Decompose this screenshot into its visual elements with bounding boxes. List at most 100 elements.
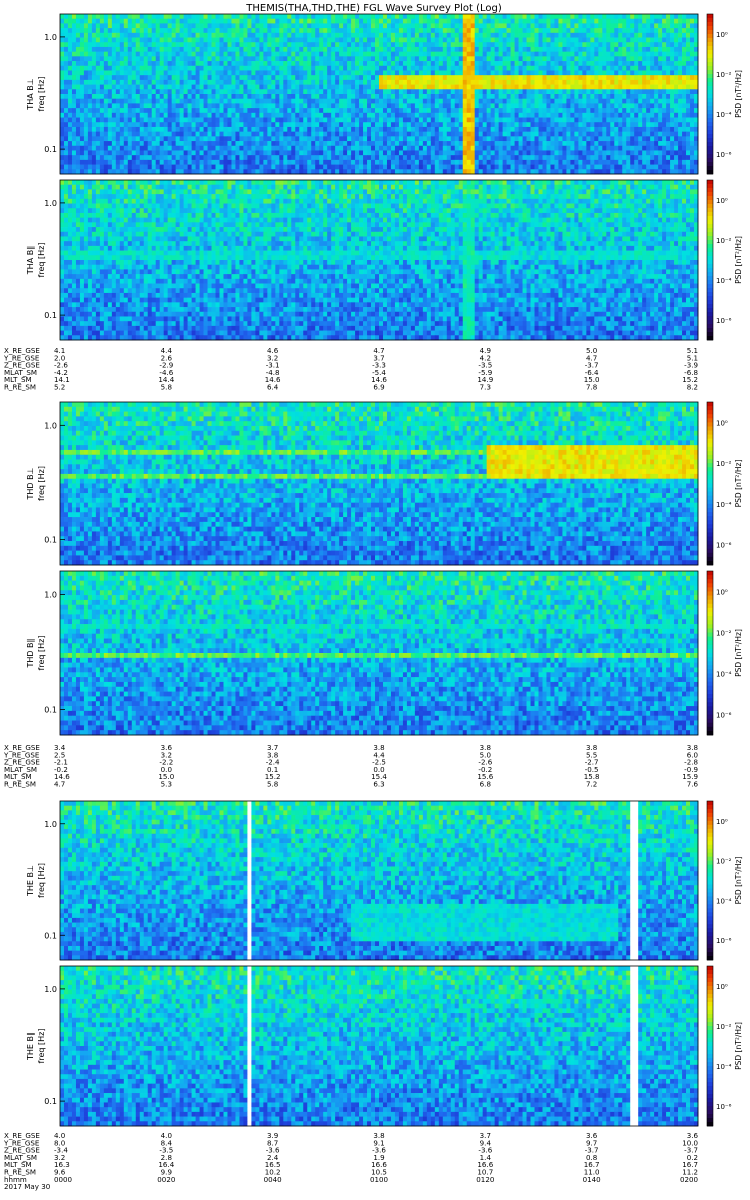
spectrogram-cell: [263, 75, 267, 80]
spectrogram-cell: [463, 38, 467, 43]
spectrogram-cell: [594, 80, 598, 85]
spectrogram-cell: [447, 52, 451, 57]
spectrogram-cell: [255, 33, 259, 38]
spectrogram-cell: [255, 75, 259, 80]
spectrogram-cell: [638, 52, 642, 57]
spectrogram-cell: [630, 75, 634, 80]
spectrogram-cell: [64, 56, 68, 61]
spectrogram-cell: [439, 23, 443, 28]
spectrogram-cell: [168, 42, 172, 47]
spectrogram-cell: [427, 66, 431, 71]
spectrogram-cell: [76, 33, 80, 38]
spectrogram-cell: [283, 33, 287, 38]
spectrogram-cell: [355, 23, 359, 28]
spectrogram-cell: [375, 38, 379, 43]
spectrogram-cell: [303, 85, 307, 90]
spectrogram-cell: [558, 33, 562, 38]
spectrogram-cell: [172, 85, 176, 90]
spectrogram-cell: [259, 56, 263, 61]
spectrogram-cell: [267, 33, 271, 38]
spectrogram-cell: [542, 14, 546, 19]
spectrogram-cell: [88, 80, 92, 85]
spectrogram-cell: [467, 66, 471, 71]
spectrogram-cell: [164, 42, 168, 47]
spectrogram-cell: [327, 56, 331, 61]
spectrogram-cell: [283, 75, 287, 80]
spectrogram-cell: [152, 75, 156, 80]
spectrogram-cell: [84, 28, 88, 33]
spectrogram-cell: [359, 14, 363, 19]
spectrogram-cell: [642, 66, 646, 71]
spectrogram-cell: [427, 38, 431, 43]
spectrogram-cell: [176, 23, 180, 28]
spectrogram-cell: [343, 56, 347, 61]
spectrogram-cell: [367, 38, 371, 43]
spectrogram-cell: [184, 19, 188, 24]
spectrogram-cell: [371, 42, 375, 47]
spectrogram-cell: [455, 52, 459, 57]
spectrogram-cell: [76, 23, 80, 28]
spectrogram-cell: [196, 61, 200, 66]
spectrogram-cell: [263, 19, 267, 24]
spectrogram-cell: [682, 14, 686, 19]
spectrogram-cell: [251, 23, 255, 28]
spectrogram-cell: [618, 23, 622, 28]
spectrogram-cell: [287, 66, 291, 71]
spectrogram-cell: [367, 75, 371, 80]
spectrogram-cell: [479, 14, 483, 19]
spectrogram-cell: [622, 75, 626, 80]
spectrogram-cell: [367, 80, 371, 85]
spectrogram-cell: [606, 52, 610, 57]
spectrogram-cell: [682, 47, 686, 52]
spectrogram-cell: [646, 80, 650, 85]
spectrogram-cell: [108, 70, 112, 75]
spectrogram-cell: [459, 85, 463, 90]
spectrogram-cell: [574, 66, 578, 71]
spectrogram-cell: [204, 38, 208, 43]
spectrogram-cell: [690, 23, 694, 28]
spectrogram-cell: [204, 19, 208, 24]
spectrogram-cell: [223, 47, 227, 52]
spectrogram-cell: [355, 56, 359, 61]
spectrogram-cell: [371, 80, 375, 85]
spectrogram-cell: [443, 56, 447, 61]
spectrogram-cell: [638, 66, 642, 71]
spectrogram-cell: [463, 85, 467, 90]
spectrogram-cell: [363, 52, 367, 57]
spectrogram-cell: [212, 19, 216, 24]
spectrogram-cell: [331, 14, 335, 19]
spectrogram-cell: [251, 52, 255, 57]
spectrogram-cell: [511, 56, 515, 61]
spectrogram-cell: [662, 38, 666, 43]
spectrogram-cell: [208, 23, 212, 28]
spectrogram-cell: [483, 28, 487, 33]
spectrogram-cell: [383, 56, 387, 61]
spectrogram-cell: [642, 33, 646, 38]
spectrogram-cell: [283, 38, 287, 43]
spectrogram-cell: [419, 42, 423, 47]
spectrogram-cell: [471, 28, 475, 33]
spectrogram-cell: [527, 75, 531, 80]
spectrogram-cell: [419, 28, 423, 33]
spectrogram-cell: [638, 28, 642, 33]
spectrogram-cell: [176, 70, 180, 75]
spectrogram-cell: [88, 61, 92, 66]
spectrogram-cell: [60, 61, 64, 66]
spectrogram-cell: [88, 85, 92, 90]
spectrogram-cell: [399, 28, 403, 33]
spectrogram-cell: [586, 80, 590, 85]
spectrogram-cell: [160, 52, 164, 57]
spectrogram-cell: [192, 75, 196, 80]
spectrogram-cell: [519, 33, 523, 38]
spectrogram-cell: [212, 61, 216, 66]
spectrogram-cell: [208, 28, 212, 33]
spectrogram-cell: [566, 61, 570, 66]
spectrogram-cell: [339, 75, 343, 80]
spectrogram-cell: [594, 42, 598, 47]
spectrogram-cell: [164, 61, 168, 66]
spectrogram-cell: [546, 61, 550, 66]
spectrogram-cell: [439, 38, 443, 43]
spectrogram-cell: [606, 14, 610, 19]
spectrogram-cell: [176, 28, 180, 33]
spectrogram-cell: [223, 19, 227, 24]
